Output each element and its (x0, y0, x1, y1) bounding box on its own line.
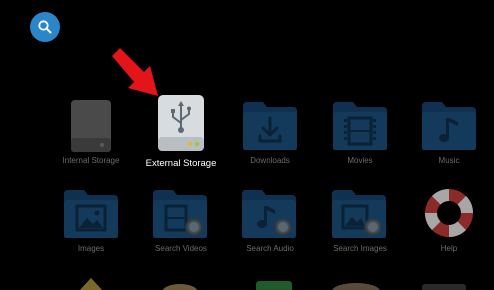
tile-movies[interactable]: Movies (318, 98, 402, 190)
hard-drive-icon (71, 100, 111, 152)
pointer-arrow-icon (112, 48, 158, 96)
partial-row (0, 276, 494, 290)
tile-label: Internal Storage (62, 156, 120, 165)
partial-tile-icon[interactable] (254, 279, 294, 290)
tile-label: Music (438, 156, 460, 165)
lifebuoy-icon (424, 188, 474, 238)
tile-images[interactable]: Images (49, 186, 133, 278)
search-audio-folder-icon (242, 190, 296, 238)
tile-search-videos[interactable]: Search Videos (139, 186, 223, 278)
tile-label: Images (77, 244, 105, 253)
partial-tile-icon[interactable] (420, 282, 468, 290)
tile-label: Search Audio (246, 244, 294, 253)
partial-tile-icon[interactable] (330, 281, 382, 290)
tile-search-images[interactable]: Search Images (318, 186, 402, 278)
image-folder-icon (64, 190, 118, 238)
tile-external-storage[interactable]: External Storage (139, 93, 223, 185)
app-screen: Internal Storage External Storage Downlo… (0, 0, 494, 290)
partial-tile-icon[interactable] (76, 278, 106, 290)
tile-label: Help (440, 244, 458, 253)
usb-drive-icon (158, 95, 204, 151)
search-video-folder-icon (153, 190, 207, 238)
tile-internal-storage[interactable]: Internal Storage (49, 98, 133, 190)
film-folder-icon (333, 102, 387, 150)
search-icon (38, 20, 52, 34)
music-folder-icon (422, 102, 476, 150)
tile-search-audio[interactable]: Search Audio (228, 186, 312, 278)
partial-tile-icon[interactable] (160, 282, 200, 290)
tile-label: Downloads (250, 156, 290, 165)
tile-help[interactable]: Help (407, 184, 491, 276)
tile-downloads[interactable]: Downloads (228, 98, 312, 190)
tile-music[interactable]: Music (407, 98, 491, 190)
search-image-folder-icon (332, 190, 386, 238)
download-folder-icon (243, 102, 297, 150)
search-button[interactable] (30, 12, 60, 42)
